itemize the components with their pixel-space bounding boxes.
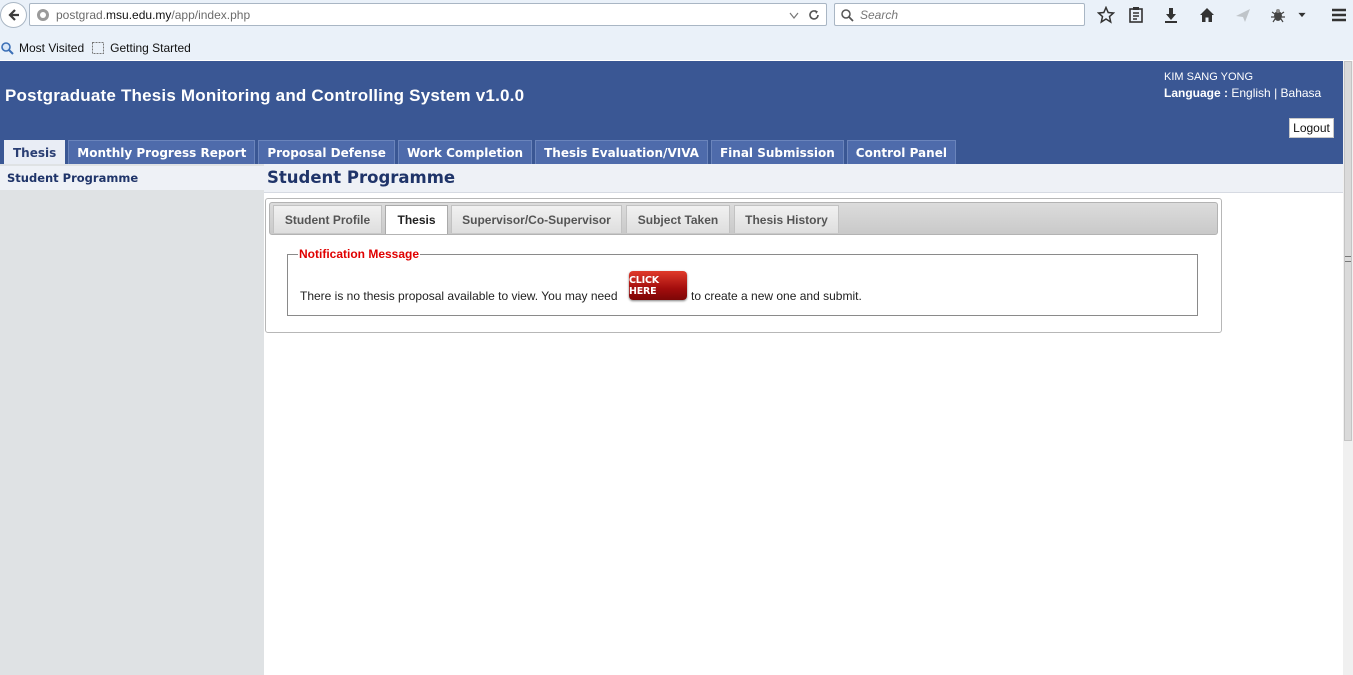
bookmarks-toolbar: Most Visited Getting Started (0, 36, 1353, 60)
student-programme-panel: Student Profile Thesis Supervisor/Co-Sup… (265, 198, 1222, 333)
search-icon (841, 8, 854, 22)
tab-proposal-defense[interactable]: Proposal Defense (258, 140, 395, 164)
tab-thesis-evaluation-viva[interactable]: Thesis Evaluation/VIVA (535, 140, 708, 164)
app-title: Postgraduate Thesis Monitoring and Contr… (5, 86, 525, 105)
home-icon[interactable] (1197, 5, 1217, 25)
bookmark-star-icon[interactable] (1096, 5, 1116, 25)
language-english-link[interactable]: English (1231, 86, 1270, 100)
scrollbar-thumb[interactable] (1344, 61, 1352, 441)
page-title: Student Programme (267, 168, 456, 187)
tab-work-completion[interactable]: Work Completion (397, 140, 533, 164)
globe-icon (37, 8, 49, 21)
subtab-subject-taken[interactable]: Subject Taken (626, 205, 730, 233)
notification-fieldset: Notification Message There is no thesis … (287, 247, 1198, 316)
subtab-thesis[interactable]: Thesis (385, 205, 448, 234)
most-visited-icon (1, 42, 14, 55)
url-dropdown-icon[interactable] (788, 9, 800, 21)
page-scrollbar[interactable] (1343, 61, 1353, 675)
language-label: Language : (1164, 86, 1229, 100)
sidebar-item-student-programme[interactable]: Student Programme (0, 166, 264, 190)
addon-dropdown-icon[interactable] (1295, 5, 1309, 25)
user-name: KIM SANG YONG (1164, 71, 1254, 83)
tab-control-panel[interactable]: Control Panel (846, 140, 956, 164)
logout-button[interactable]: Logout (1289, 118, 1334, 138)
notification-text: There is no thesis proposal available to… (300, 289, 618, 303)
send-icon[interactable] (1233, 5, 1253, 25)
url-text: postgrad.msu.edu.my/app/index.php (56, 7, 251, 22)
back-arrow-icon (7, 9, 19, 21)
browser-toolbar: postgrad.msu.edu.my/app/index.php Search (0, 0, 1353, 30)
url-bar[interactable]: postgrad.msu.edu.my/app/index.php (29, 3, 827, 26)
tab-thesis[interactable]: Thesis (4, 140, 66, 164)
notification-legend: Notification Message (298, 247, 421, 261)
click-here-button[interactable]: CLICK HERE (629, 271, 687, 300)
sidebar: Student Programme (0, 164, 264, 675)
download-icon[interactable] (1161, 5, 1181, 25)
addon-bug-icon[interactable] (1268, 5, 1288, 25)
notification-text-after: to create a new one and submit. (691, 289, 862, 303)
subtab-student-profile[interactable]: Student Profile (273, 205, 382, 233)
main-nav-tabs: Thesis Monthly Progress Report Proposal … (4, 140, 956, 164)
subtab-supervisor[interactable]: Supervisor/Co-Supervisor (451, 205, 622, 233)
search-placeholder: Search (860, 7, 899, 22)
content-header: Student Programme (264, 164, 1343, 193)
back-button[interactable] (0, 2, 27, 28)
bookmark-most-visited[interactable]: Most Visited (0, 41, 84, 55)
reload-icon[interactable] (807, 8, 821, 22)
reading-list-icon[interactable] (1126, 5, 1146, 25)
subtab-thesis-history[interactable]: Thesis History (734, 205, 839, 233)
language-selector: Language : English | Bahasa (1164, 86, 1322, 100)
tab-monthly-progress-report[interactable]: Monthly Progress Report (68, 140, 256, 164)
app-header: Postgraduate Thesis Monitoring and Contr… (0, 61, 1343, 164)
menu-icon[interactable] (1329, 5, 1349, 25)
page-icon (92, 42, 105, 54)
bookmark-getting-started[interactable]: Getting Started (91, 41, 191, 55)
scrollbar-grip-icon (1345, 256, 1351, 262)
tab-final-submission[interactable]: Final Submission (710, 140, 844, 164)
search-bar[interactable]: Search (834, 3, 1085, 26)
language-bahasa-link[interactable]: Bahasa (1281, 86, 1322, 100)
